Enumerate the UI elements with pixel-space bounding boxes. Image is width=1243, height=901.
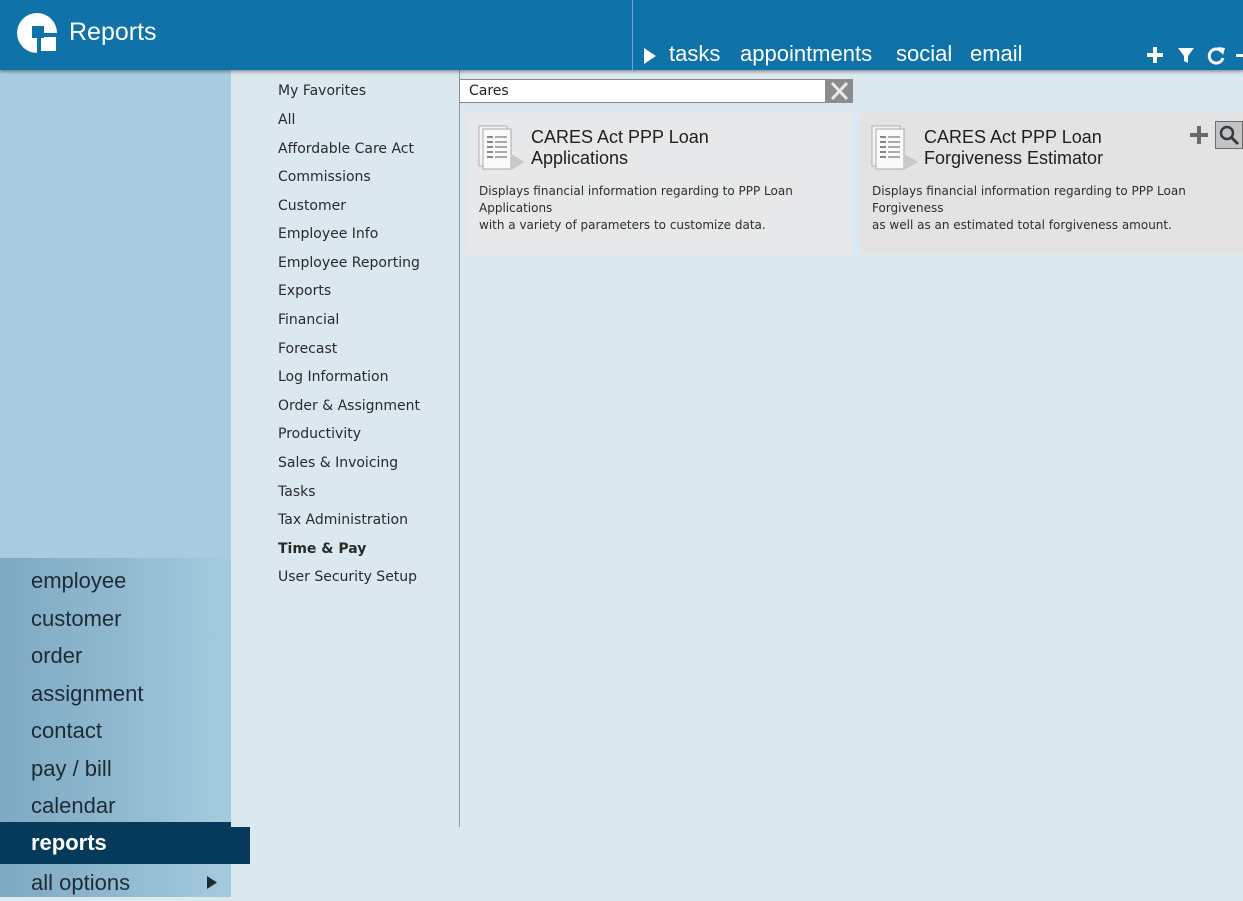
nav-item-customer[interactable]: customer	[0, 600, 231, 637]
category-affordable-care-act[interactable]: Affordable Care Act	[278, 141, 414, 157]
report-description-line: Displays financial information regarding…	[872, 184, 1186, 215]
category-list: My Favorites All Affordable Care Act Com…	[231, 70, 459, 827]
category-commissions[interactable]: Commissions	[278, 169, 371, 185]
nav-item-contact[interactable]: contact	[0, 712, 231, 749]
report-title: CARES Act PPP Loan Applications	[531, 127, 791, 169]
refresh-icon[interactable]	[1206, 44, 1226, 66]
app-header: Reports tasks appointments social email	[0, 0, 1243, 70]
category-tax-administration[interactable]: Tax Administration	[278, 512, 408, 528]
close-icon	[830, 81, 849, 101]
report-title-line: CARES Act PPP Loan	[924, 127, 1102, 147]
category-exports[interactable]: Exports	[278, 283, 331, 299]
category-my-favorites[interactable]: My Favorites	[278, 83, 366, 99]
filter-icon[interactable]	[1176, 44, 1196, 66]
category-log-information[interactable]: Log Information	[278, 369, 389, 385]
social-link[interactable]: social	[896, 41, 952, 67]
chevron-right-icon	[207, 876, 217, 889]
tasks-link[interactable]: tasks	[669, 41, 720, 67]
search-input[interactable]	[459, 79, 826, 103]
plus-icon[interactable]	[1145, 44, 1165, 66]
category-order-assignment[interactable]: Order & Assignment	[278, 398, 420, 414]
report-title-line: CARES Act PPP Loan	[531, 127, 709, 147]
nav-item-pay-bill[interactable]: pay / bill	[0, 750, 231, 787]
category-tasks[interactable]: Tasks	[278, 484, 316, 500]
nav-item-employee[interactable]: employee	[0, 562, 231, 599]
report-card[interactable]: CARES Act PPP Loan Applications Displays…	[466, 113, 851, 254]
column-divider	[459, 70, 460, 827]
search-clear-button[interactable]	[826, 79, 853, 103]
more-icon[interactable]	[1236, 54, 1243, 57]
category-all[interactable]: All	[278, 112, 295, 128]
report-description: Displays financial information regarding…	[479, 183, 851, 234]
category-user-security-setup[interactable]: User Security Setup	[278, 569, 417, 585]
header-divider	[632, 0, 633, 70]
nav-item-calendar[interactable]: calendar	[0, 787, 231, 824]
category-time-pay[interactable]: Time & Pay	[278, 541, 366, 557]
nav-item-assignment[interactable]: assignment	[0, 675, 231, 712]
add-to-favorites-icon[interactable]	[1189, 125, 1209, 145]
report-document-icon	[478, 125, 525, 170]
report-title: CARES Act PPP Loan Forgiveness Estimator	[924, 127, 1184, 169]
email-link[interactable]: email	[970, 41, 1023, 67]
category-employee-info[interactable]: Employee Info	[278, 226, 378, 242]
nav-list: employee customer order assignment conta…	[0, 558, 250, 897]
report-description-line: as well as an estimated total forgivenes…	[872, 218, 1172, 232]
category-forecast[interactable]: Forecast	[278, 341, 337, 357]
category-sales-invoicing[interactable]: Sales & Invoicing	[278, 455, 398, 471]
category-customer[interactable]: Customer	[278, 198, 346, 214]
category-productivity[interactable]: Productivity	[278, 426, 361, 442]
nav-item-order[interactable]: order	[0, 637, 231, 674]
report-description-line: with a variety of parameters to customiz…	[479, 218, 766, 232]
nav-item-all-options-label: all options	[31, 870, 131, 895]
view-report-button[interactable]	[1215, 121, 1243, 149]
category-employee-reporting[interactable]: Employee Reporting	[278, 255, 420, 271]
play-icon[interactable]	[643, 47, 657, 65]
nav-item-all-options[interactable]: all options	[0, 864, 231, 901]
report-description-line: Displays financial information regarding…	[479, 184, 793, 215]
nav-item-reports[interactable]: reports	[0, 822, 250, 864]
magnifier-icon	[1219, 125, 1240, 146]
report-card[interactable]: CARES Act PPP Loan Forgiveness Estimator…	[859, 113, 1243, 254]
report-document-icon	[871, 125, 918, 170]
report-title-line: Forgiveness Estimator	[924, 148, 1104, 168]
appointments-link[interactable]: appointments	[740, 41, 872, 67]
left-nav: employee customer order assignment conta…	[0, 70, 250, 897]
report-description: Displays financial information regarding…	[872, 183, 1243, 234]
page-title: Reports	[69, 18, 157, 46]
category-financial[interactable]: Financial	[278, 312, 339, 328]
report-title-line: Applications	[531, 148, 629, 168]
app-logo-icon	[17, 13, 59, 54]
